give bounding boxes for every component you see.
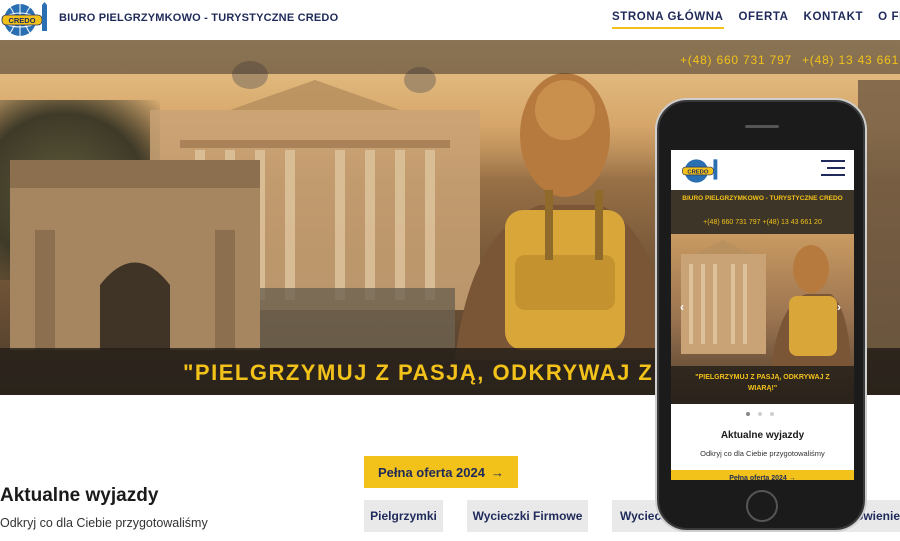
section-subtitle: Odkryj co dla Ciebie przygotowaliśmy bbox=[0, 516, 208, 530]
phone-link-2[interactable]: +(48) 13 43 661 2 bbox=[802, 53, 900, 67]
site-header: CREDO BIURO PIELGRZYMKOWO - TURYSTYCZNE … bbox=[0, 0, 900, 40]
logo-text: CREDO bbox=[8, 16, 35, 25]
phone-mockup: CREDO BIURO PIELGRZYMKOWO - TURYSTYCZNE … bbox=[657, 100, 865, 530]
mobile-logo-text: CREDO bbox=[687, 169, 709, 175]
mobile-phones[interactable]: +(48) 660 731 797 +(48) 13 43 661 20 bbox=[671, 219, 854, 226]
main-nav: STRONA GŁÓWNA OFERTA KONTAKT O FIRM bbox=[612, 11, 900, 29]
hamburger-menu-icon[interactable] bbox=[821, 160, 845, 178]
mobile-brand: BIURO PIELGRZYMKOWO - TURYSTYCZNE CREDO bbox=[682, 195, 843, 202]
category-pilgrimages[interactable]: Pielgrzymki bbox=[364, 500, 443, 532]
page: CREDO BIURO PIELGRZYMKOWO - TURYSTYCZNE … bbox=[0, 0, 900, 541]
full-offer-button[interactable]: Pełna oferta 2024 → bbox=[364, 456, 518, 488]
mobile-quote: "PIELGRZYMUJ Z PASJĄ, ODKRYWAJ Z WIARĄ!" bbox=[695, 374, 830, 392]
slider-dots[interactable] bbox=[746, 412, 774, 416]
credo-logo[interactable]: CREDO bbox=[0, 2, 52, 38]
nav-about[interactable]: O FIRM bbox=[878, 11, 900, 29]
brand-name[interactable]: BIURO PIELGRZYMKOWO - TURYSTYCZNE CREDO bbox=[59, 12, 338, 24]
chevron-right-icon[interactable]: › bbox=[837, 300, 841, 314]
phone-link-1[interactable]: +(48) 660 731 797 bbox=[680, 53, 792, 67]
phone-home-button bbox=[746, 490, 778, 522]
nav-home[interactable]: STRONA GŁÓWNA bbox=[612, 11, 724, 29]
mobile-section-subtitle: Odkryj co dla Ciebie przygotowaliśmy bbox=[700, 449, 825, 458]
nav-contact[interactable]: KONTAKT bbox=[804, 11, 864, 29]
category-company-trips[interactable]: Wycieczki Firmowe bbox=[467, 500, 588, 532]
nav-offer[interactable]: OFERTA bbox=[739, 11, 789, 29]
mobile-logo[interactable]: CREDO bbox=[679, 157, 723, 185]
mobile-offer-button[interactable]: Pełna oferta 2024 → bbox=[671, 470, 854, 480]
hero-quote: "PIELGRZYMUJ Z PASJĄ, ODKRYWAJ Z WI bbox=[183, 360, 691, 385]
mobile-screen: CREDO BIURO PIELGRZYMKOWO - TURYSTYCZNE … bbox=[671, 150, 854, 480]
full-offer-label: Pełna oferta 2024 bbox=[378, 464, 485, 480]
section-title: Aktualne wyjazdy bbox=[0, 485, 159, 506]
arrow-right-icon: → bbox=[490, 464, 504, 480]
chevron-left-icon[interactable]: ‹ bbox=[680, 300, 684, 314]
mobile-section-title: Aktualne wyjazdy bbox=[720, 430, 805, 441]
phone-speaker bbox=[745, 125, 779, 128]
